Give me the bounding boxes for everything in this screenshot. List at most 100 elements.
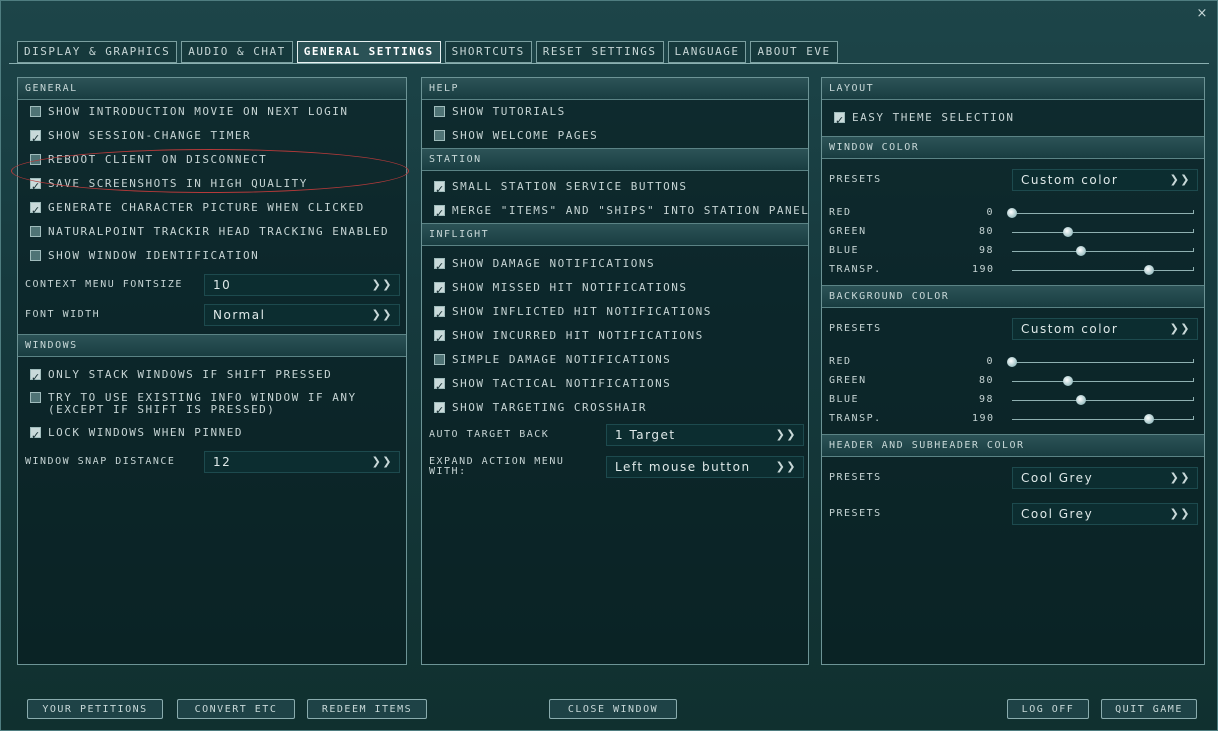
reboot-client-on-disconnect-checkbox[interactable]: REBOOT CLIENT ON DISCONNECT — [18, 148, 406, 172]
tab-audio-chat[interactable]: AUDIO & CHAT — [181, 41, 293, 63]
transp-slider[interactable] — [1012, 265, 1194, 275]
chevron-double-down-icon: ❯❯ — [1169, 507, 1191, 520]
blue-slider[interactable] — [1012, 246, 1194, 256]
log-off-button[interactable]: LOG OFF — [1007, 699, 1089, 719]
naturalpoint-trackir-head-tracking-enabl-checkbox[interactable]: NATURALPOINT TRACKIR HEAD TRACKING ENABL… — [18, 220, 406, 244]
show-incurred-hit-notifications-checkbox[interactable]: SHOW INCURRED HIT NOTIFICATIONS — [422, 324, 808, 351]
redeem-items-button[interactable]: REDEEM ITEMS — [307, 699, 427, 719]
transp-slider[interactable] — [1012, 414, 1194, 424]
checkbox-icon — [30, 366, 42, 390]
tab-reset-settings[interactable]: RESET SETTINGS — [535, 41, 664, 63]
bg-preset-select[interactable]: Custom color ❯❯ — [1012, 318, 1198, 340]
tab-display-graphics[interactable]: DISPLAY & GRAPHICS — [17, 41, 178, 63]
small-station-service-buttons-checkbox[interactable]: SMALL STATION SERVICE BUTTONS — [422, 175, 808, 202]
header-preset-label-1: PRESETS — [829, 472, 882, 483]
context-menu-fontsize-label: CONTEXT MENU FONTSIZE — [25, 279, 183, 290]
slider-thumb[interactable] — [1143, 414, 1154, 424]
simple-damage-notifications-checkbox[interactable]: SIMPLE DAMAGE NOTIFICATIONS — [422, 348, 808, 372]
tab-about-eve[interactable]: ABOUT EVE — [750, 41, 838, 63]
lock-windows-when-pinned-checkbox[interactable]: LOCK WINDOWS WHEN PINNED — [18, 421, 406, 448]
close-window-button[interactable]: CLOSE WINDOW — [549, 699, 677, 719]
green-slider-row: GREEN 80 — [822, 371, 1204, 390]
bg-preset-row: PRESETS Custom color ❯❯ — [822, 316, 1204, 342]
tab-divider — [9, 63, 1209, 64]
show-missed-hit-notifications-checkbox[interactable]: SHOW MISSED HIT NOTIFICATIONS — [422, 276, 808, 303]
font-width-select[interactable]: Normal ❯❯ — [204, 304, 400, 326]
tab-language[interactable]: LANGUAGE — [667, 41, 747, 63]
checkbox-icon — [30, 199, 42, 223]
auto-target-select[interactable]: 1 Target ❯❯ — [606, 424, 804, 446]
general-panel: GENERAL SHOW INTRODUCTION MOVIE ON NEXT … — [17, 77, 407, 665]
easy-theme-label: EASY THEME SELECTION — [852, 111, 1015, 124]
tab-bar: DISPLAY & GRAPHICS AUDIO & CHAT GENERAL … — [17, 41, 842, 63]
generate-character-picture-when-clicked-checkbox[interactable]: GENERATE CHARACTER PICTURE WHEN CLICKED — [18, 196, 406, 223]
context-menu-fontsize-select[interactable]: 10 ❯❯ — [204, 274, 400, 296]
show-welcome-pages-checkbox[interactable]: SHOW WELCOME PAGES — [422, 124, 808, 148]
tab-shortcuts[interactable]: SHORTCUTS — [444, 41, 532, 63]
blue-slider-row: BLUE 98 — [822, 390, 1204, 409]
checkbox-icon — [434, 130, 445, 141]
show-introduction-movie-on-next-login-checkbox[interactable]: SHOW INTRODUCTION MOVIE ON NEXT LOGIN — [18, 100, 406, 124]
checkbox-label: SHOW INFLICTED HIT NOTIFICATIONS — [452, 305, 712, 318]
show-damage-notifications-checkbox[interactable]: SHOW DAMAGE NOTIFICATIONS — [422, 252, 808, 279]
header-preset-row-2: PRESETS Cool Grey ❯❯ — [822, 501, 1204, 527]
green-slider[interactable] — [1012, 376, 1194, 386]
slider-label: GREEN — [829, 375, 867, 386]
only-stack-windows-if-shift-pressed-checkbox[interactable]: ONLY STACK WINDOWS IF SHIFT PRESSED — [18, 363, 406, 390]
auto-target-label: AUTO TARGET BACK — [429, 429, 550, 440]
checkbox-icon — [434, 255, 446, 279]
checkbox-label: SMALL STATION SERVICE BUTTONS — [452, 180, 688, 193]
slider-value: 98 — [978, 394, 994, 405]
your-petitions-button[interactable]: YOUR PETITIONS — [27, 699, 163, 719]
station-header: STATION — [422, 148, 808, 171]
show-tutorials-checkbox[interactable]: SHOW TUTORIALS — [422, 100, 808, 124]
checkbox-label: GENERATE CHARACTER PICTURE WHEN CLICKED — [48, 201, 365, 214]
chevron-double-down-icon: ❯❯ — [371, 308, 393, 321]
show-inflicted-hit-notifications-checkbox[interactable]: SHOW INFLICTED HIT NOTIFICATIONS — [422, 300, 808, 327]
window-snap-select[interactable]: 12 ❯❯ — [204, 451, 400, 473]
slider-thumb[interactable] — [1143, 265, 1154, 275]
easy-theme-checkbox[interactable]: EASY THEME SELECTION — [822, 106, 1204, 133]
chevron-double-down-icon: ❯❯ — [371, 455, 393, 468]
checkbox-icon — [434, 399, 446, 423]
header-preset-select-2[interactable]: Cool Grey ❯❯ — [1012, 503, 1198, 525]
checkbox-label: REBOOT CLIENT ON DISCONNECT — [48, 153, 268, 166]
convert-etc-button[interactable]: CONVERT ETC — [177, 699, 295, 719]
blue-slider[interactable] — [1012, 395, 1194, 405]
window-preset-label: PRESETS — [829, 174, 882, 185]
quit-game-button[interactable]: QUIT GAME — [1101, 699, 1197, 719]
checkbox-icon — [434, 279, 446, 303]
try-to-use-existing-info-window-if-any-e-checkbox[interactable]: TRY TO USE EXISTING INFO WINDOW IF ANY (… — [18, 387, 406, 421]
slider-thumb[interactable] — [1076, 246, 1087, 256]
transp-slider-row: TRANSP. 190 — [822, 409, 1204, 428]
chevron-double-down-icon: ❯❯ — [775, 460, 797, 473]
show-targeting-crosshair-checkbox[interactable]: SHOW TARGETING CROSSHAIR — [422, 396, 808, 423]
slider-label: TRANSP. — [829, 264, 882, 275]
green-slider[interactable] — [1012, 227, 1194, 237]
slider-thumb[interactable] — [1007, 208, 1017, 218]
context-menu-fontsize-row: CONTEXT MENU FONTSIZE 10 ❯❯ — [18, 272, 406, 298]
slider-thumb[interactable] — [1063, 376, 1074, 386]
window-preset-select[interactable]: Custom color ❯❯ — [1012, 169, 1198, 191]
checkbox-label: SHOW SESSION-CHANGE TIMER — [48, 129, 252, 142]
show-window-identification-checkbox[interactable]: SHOW WINDOW IDENTIFICATION — [18, 244, 406, 268]
checkbox-label: SHOW TUTORIALS — [452, 105, 566, 118]
merge-items-and-ships-into-station-panel-checkbox[interactable]: MERGE "ITEMS" AND "SHIPS" INTO STATION P… — [422, 199, 808, 226]
tab-general-settings[interactable]: GENERAL SETTINGS — [296, 41, 441, 63]
expand-action-select[interactable]: Left mouse button ❯❯ — [606, 456, 804, 478]
checkbox-icon — [30, 127, 42, 151]
header-preset-select-1[interactable]: Cool Grey ❯❯ — [1012, 467, 1198, 489]
checkbox-label: SHOW WELCOME PAGES — [452, 129, 599, 142]
transp-slider-row: TRANSP. 190 — [822, 260, 1204, 279]
slider-thumb[interactable] — [1076, 395, 1087, 405]
red-slider[interactable] — [1007, 208, 1194, 218]
slider-thumb[interactable] — [1063, 227, 1074, 237]
red-slider[interactable] — [1007, 357, 1194, 367]
show-tactical-notifications-checkbox[interactable]: SHOW TACTICAL NOTIFICATIONS — [422, 372, 808, 399]
checkbox-label: LOCK WINDOWS WHEN PINNED — [48, 426, 243, 439]
close-icon[interactable]: × — [1195, 7, 1209, 21]
show-session-change-timer-checkbox[interactable]: SHOW SESSION-CHANGE TIMER — [18, 124, 406, 151]
slider-thumb[interactable] — [1007, 357, 1017, 367]
save-screenshots-in-high-quality-checkbox[interactable]: SAVE SCREENSHOTS IN HIGH QUALITY — [18, 172, 406, 199]
bg-preset-label: PRESETS — [829, 323, 882, 334]
